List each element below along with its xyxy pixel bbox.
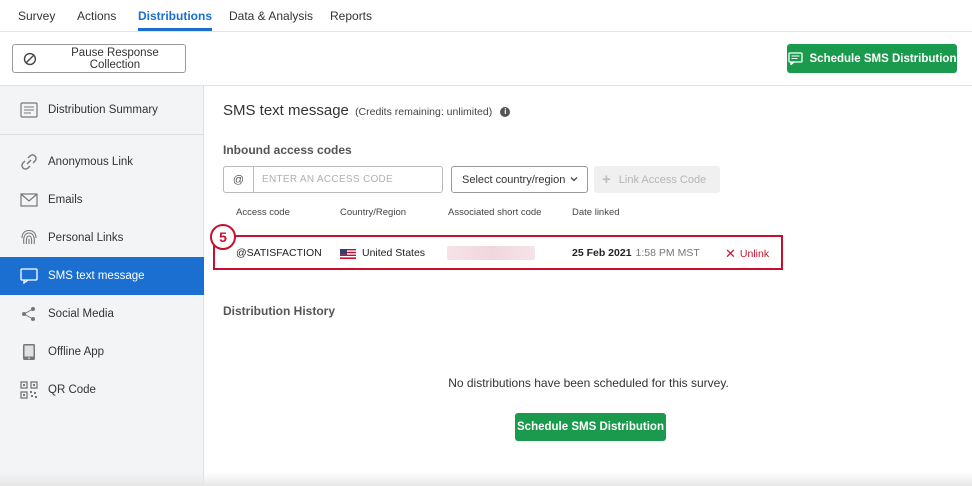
main-content: SMS text message (Credits remaining: unl… xyxy=(205,86,972,486)
column-header-short-code: Associated short code xyxy=(448,207,542,218)
summary-icon xyxy=(20,101,38,119)
toolbar: Pause Response Collection Schedule SMS D… xyxy=(0,32,972,86)
sidebar-item-social-media[interactable]: Social Media xyxy=(0,295,204,333)
tab-actions[interactable]: Actions xyxy=(77,9,116,23)
unlink-label: Unlink xyxy=(739,248,770,260)
schedule-sms-distribution-button-bottom[interactable]: Schedule SMS Distribution xyxy=(515,413,666,441)
close-icon: ✕ xyxy=(725,246,736,261)
us-flag-icon xyxy=(340,249,356,259)
tab-survey[interactable]: Survey xyxy=(18,9,55,23)
sidebar-item-label: Anonymous Link xyxy=(48,156,134,168)
sidebar: Distribution Summary Anonymous Link Emai… xyxy=(0,86,204,486)
pause-circle-icon xyxy=(23,52,37,65)
top-nav: Survey Actions Distributions Data & Anal… xyxy=(0,0,972,32)
sidebar-item-label: Distribution Summary xyxy=(48,104,158,116)
date-value: 25 Feb 2021 xyxy=(572,247,632,259)
tab-data-analysis[interactable]: Data & Analysis xyxy=(229,9,313,23)
link-access-code-label: Link Access Code xyxy=(618,173,707,186)
sms-icon xyxy=(20,267,38,285)
tab-reports[interactable]: Reports xyxy=(330,9,372,23)
sidebar-divider xyxy=(0,134,204,135)
pause-button-label: Pause Response Collection xyxy=(71,46,159,71)
tablet-icon xyxy=(20,343,38,361)
redacted-short-code xyxy=(447,246,535,260)
page-title-text: SMS text message xyxy=(223,102,349,119)
link-icon xyxy=(20,153,38,171)
at-prefix: @ xyxy=(223,166,253,193)
info-icon[interactable]: i xyxy=(500,107,511,117)
date-linked-value: 25 Feb 2021 1:58 PM MST xyxy=(572,247,700,259)
sidebar-item-qr-code[interactable]: QR Code xyxy=(0,371,204,409)
sidebar-item-label: Offline App xyxy=(48,346,105,358)
sidebar-item-label: Emails xyxy=(48,194,83,206)
qr-code-icon xyxy=(20,381,38,399)
country-select-label: Select country/region xyxy=(462,173,566,186)
fingerprint-icon xyxy=(20,229,38,247)
access-code-input[interactable] xyxy=(253,166,443,193)
pause-response-collection-button[interactable]: Pause Response Collection xyxy=(12,44,186,73)
plus-icon: + xyxy=(602,171,611,188)
chevron-down-icon xyxy=(570,177,578,182)
sidebar-item-label: Social Media xyxy=(48,308,114,320)
inbound-access-codes-heading: Inbound access codes xyxy=(223,143,352,157)
sidebar-item-offline-app[interactable]: Offline App xyxy=(0,333,204,371)
share-icon xyxy=(20,305,38,323)
sidebar-item-sms-text-message[interactable]: SMS text message xyxy=(0,257,204,295)
sms-icon xyxy=(787,52,803,65)
sidebar-item-anonymous-link[interactable]: Anonymous Link xyxy=(0,143,204,181)
country-value: United States xyxy=(362,247,426,259)
bottom-shadow xyxy=(0,472,972,486)
sidebar-item-personal-links[interactable]: Personal Links xyxy=(0,219,204,257)
link-access-code-button[interactable]: + Link Access Code xyxy=(594,166,720,193)
column-header-date-linked: Date linked xyxy=(572,207,620,218)
distribution-history-heading: Distribution History xyxy=(223,304,336,318)
sidebar-item-emails[interactable]: Emails xyxy=(0,181,204,219)
sidebar-item-label: SMS text message xyxy=(48,270,145,282)
step-number-badge: 5 xyxy=(210,224,236,250)
empty-state-message: No distributions have been scheduled for… xyxy=(448,376,729,390)
page-title: SMS text message (Credits remaining: unl… xyxy=(223,102,511,119)
schedule-sms-distribution-button[interactable]: Schedule SMS Distribution xyxy=(787,44,957,73)
access-code-value: @SATISFACTION xyxy=(236,247,322,259)
unlink-button[interactable]: ✕ Unlink xyxy=(725,246,769,262)
envelope-icon xyxy=(20,191,38,209)
sidebar-item-label: Personal Links xyxy=(48,232,124,244)
sidebar-item-distribution-summary[interactable]: Distribution Summary xyxy=(0,91,204,129)
country-region-select[interactable]: Select country/region xyxy=(451,166,588,193)
credits-remaining: (Credits remaining: unlimited) xyxy=(355,106,493,118)
tab-distributions[interactable]: Distributions xyxy=(138,9,212,31)
sidebar-item-label: QR Code xyxy=(48,384,96,396)
column-header-access-code: Access code xyxy=(236,207,290,218)
time-value: 1:58 PM MST xyxy=(635,247,700,259)
schedule-button-label: Schedule SMS Distribution xyxy=(809,52,957,65)
column-header-country-region: Country/Region xyxy=(340,207,407,218)
